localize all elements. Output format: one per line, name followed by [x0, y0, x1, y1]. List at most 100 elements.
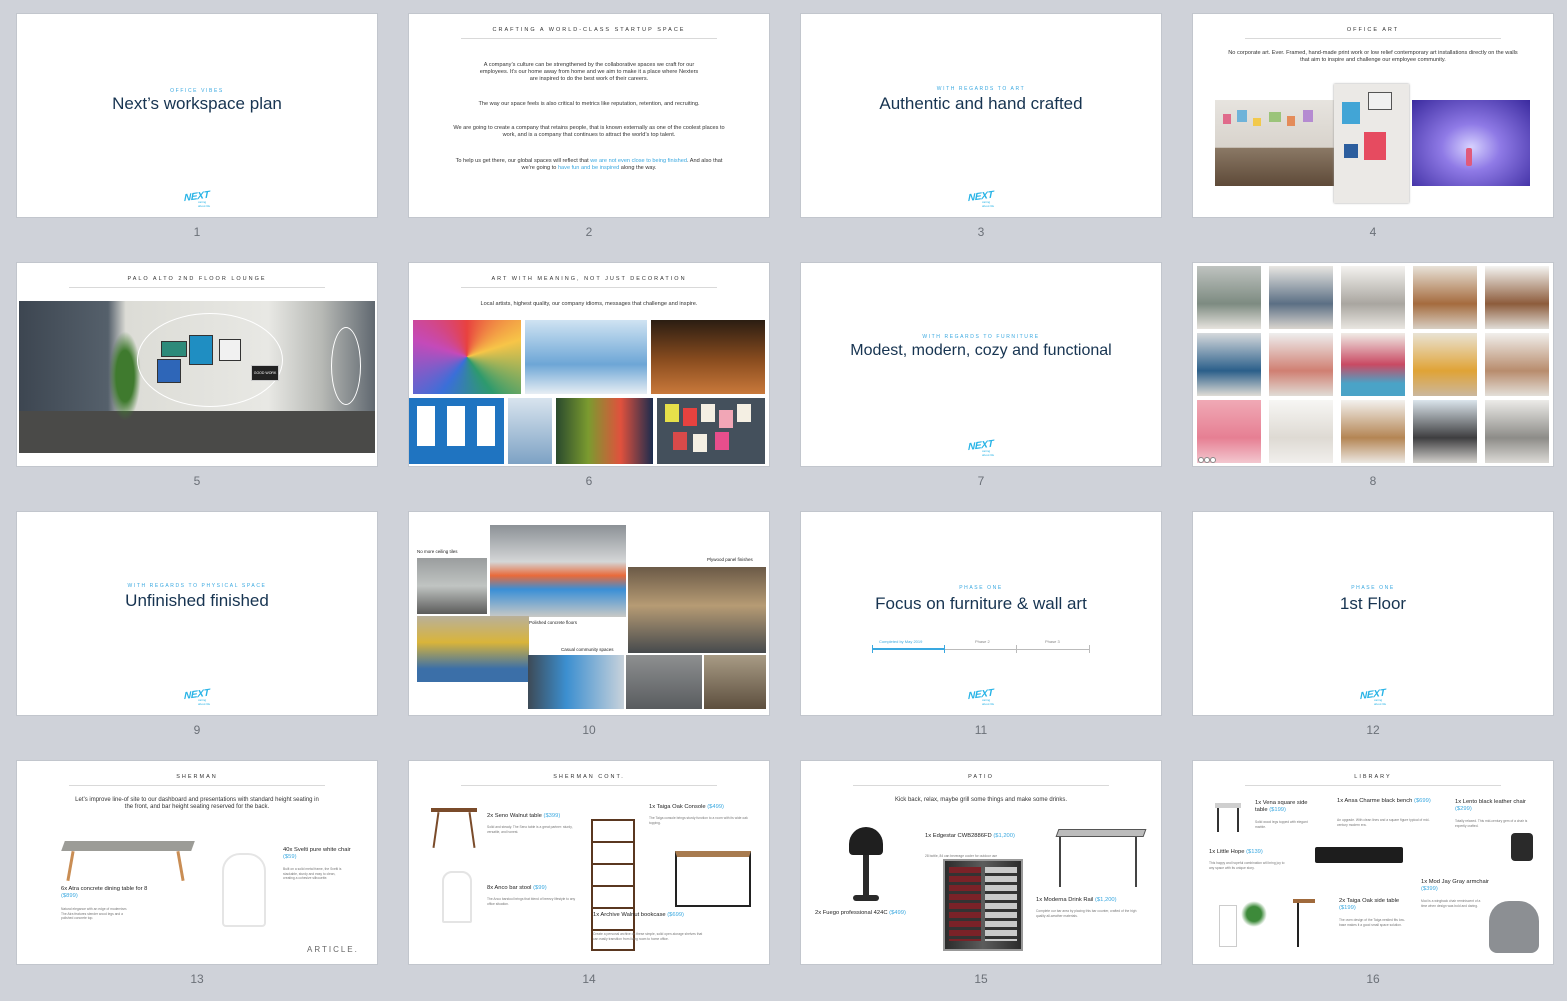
- photo-furniture: [1269, 400, 1333, 463]
- paragraph: We are going to create a company that re…: [453, 125, 725, 139]
- slide-5[interactable]: PALO ALTO 2ND FLOOR LOUNGE GOOD WORK: [17, 263, 377, 466]
- stool-image: [442, 871, 472, 923]
- slide-8[interactable]: [1193, 263, 1553, 466]
- caption: Polished concrete floors: [529, 620, 578, 625]
- chair-image: [222, 853, 266, 927]
- slide-4[interactable]: OFFICE ART No corporate art. Ever. Frame…: [1193, 14, 1553, 217]
- slide-thumb-1[interactable]: OFFICE VIBES Next’s workspace plan NEXT c…: [17, 14, 377, 254]
- next-logo: NEXT caring about life: [184, 189, 211, 208]
- slide-thumb-11[interactable]: PHASE ONE Focus on furniture & wall art …: [801, 512, 1161, 752]
- photo-plywood: [628, 567, 766, 653]
- slide-10[interactable]: No more ceiling tiles Plywood panel fini…: [409, 512, 769, 715]
- photo-seating: [704, 655, 766, 709]
- photo-furniture: [1269, 333, 1333, 396]
- photo-lounge: GOOD WORK: [19, 301, 375, 453]
- slide-thumb-13[interactable]: SHERMAN Let’s improve line-of site to ou…: [17, 761, 377, 1001]
- slide-heading: OFFICE ART: [1346, 27, 1400, 33]
- slide-2[interactable]: CRAFTING A WORLD-CLASS STARTUP SPACE A c…: [409, 14, 769, 217]
- slide-number: 5: [193, 474, 201, 488]
- product-description: Complete our bar area by placing this ba…: [1036, 909, 1137, 918]
- slide-14[interactable]: SHERMAN CONT. 2x Seno Walnut table ($399…: [409, 761, 769, 964]
- slide-thumb-16[interactable]: LIBRARY 1x Vena square side table ($199)…: [1193, 761, 1553, 1001]
- leather-chair-image: [1511, 833, 1533, 861]
- plant-image: [1241, 901, 1267, 927]
- slide-thumb-4[interactable]: OFFICE ART No corporate art. Ever. Frame…: [1193, 14, 1553, 254]
- product-label: 6x Atra concrete dining table for 8 ($89…: [61, 886, 148, 899]
- divider: [1245, 785, 1501, 786]
- product-description: The oven design of the Taiga nestled fit…: [1339, 918, 1405, 927]
- paragraph: Kick back, relax, maybe grill some thing…: [894, 797, 1068, 803]
- paragraph: To help us get there, our global spaces …: [455, 158, 723, 172]
- slide-13[interactable]: SHERMAN Let’s improve line-of site to ou…: [17, 761, 377, 964]
- product-label: 1x Little Hope ($139): [1209, 849, 1263, 855]
- slide-thumb-8[interactable]: 8: [1193, 263, 1553, 503]
- slide-thumb-3[interactable]: WITH REGARDS TO ART Authentic and hand c…: [801, 14, 1161, 254]
- slide-heading: ART WITH MEANING, NOT JUST DECORATION: [491, 276, 687, 282]
- slide-title: Authentic and hand crafted: [879, 94, 1083, 113]
- photo-furniture: [1485, 400, 1549, 463]
- slide-heading: PATIO: [968, 774, 994, 780]
- next-logo: NEXT caring about life: [968, 438, 995, 457]
- divider: [461, 38, 717, 39]
- product-label: 1x Mod Jay Gray armchair ($399): [1421, 879, 1489, 892]
- slide-6[interactable]: ART WITH MEANING, NOT JUST DECORATION Lo…: [409, 263, 769, 466]
- paragraph: A company’s culture can be strengthened …: [479, 62, 699, 83]
- photo-blue-room: [525, 320, 647, 394]
- product-description: Totally relaxed. This mid-century gem of…: [1455, 819, 1528, 828]
- divider: [69, 287, 325, 288]
- slide-thumb-12[interactable]: PHASE ONE 1st Floor NEXT caring about lif…: [1193, 512, 1553, 752]
- slide-3[interactable]: WITH REGARDS TO ART Authentic and hand c…: [801, 14, 1161, 217]
- slide-heading: SHERMAN CONT.: [553, 774, 625, 780]
- slide-9[interactable]: WITH REGARDS TO PHYSICAL SPACE Unfinishe…: [17, 512, 377, 715]
- product-description: Natural elegance with an edge of moderni…: [61, 907, 128, 920]
- timeline-progress: [872, 648, 944, 650]
- slide-thumb-15[interactable]: PATIO Kick back, relax, maybe grill some…: [801, 761, 1161, 1001]
- photo-furniture: [1485, 266, 1549, 329]
- photo-poster-wall: [657, 398, 765, 464]
- product-description: The Anco barstool brings that blend of b…: [487, 897, 576, 906]
- paragraph: Let’s improve line-of site to our dashbo…: [75, 797, 319, 811]
- photo-furniture: [1269, 266, 1333, 329]
- slide-thumb-10[interactable]: No more ceiling tiles Plywood panel fini…: [409, 512, 769, 752]
- divider: [1245, 38, 1501, 39]
- slide-number: 1: [193, 225, 201, 239]
- product-description: Solid wood legs topped with elegant marb…: [1255, 820, 1308, 829]
- product-description: Built on a solid metal frame, the Svelti…: [283, 867, 342, 880]
- slide-number: 3: [977, 225, 985, 239]
- slide-15[interactable]: PATIO Kick back, relax, maybe grill some…: [801, 761, 1161, 964]
- slide-thumb-2[interactable]: CRAFTING A WORLD-CLASS STARTUP SPACE A c…: [409, 14, 769, 254]
- slide-title: 1st Floor: [1339, 594, 1407, 613]
- product-label: 1x Vena square side table ($199): [1255, 800, 1308, 813]
- product-label: 1x Lento black leather chair ($299): [1455, 799, 1526, 812]
- divider: [461, 785, 717, 786]
- next-logo: NEXT caring about life: [968, 189, 995, 208]
- photo-furniture: [1341, 333, 1405, 396]
- slide-thumb-7[interactable]: WITH REGARDS TO FURNITURE Modest, modern…: [801, 263, 1161, 503]
- slide-12[interactable]: PHASE ONE 1st Floor NEXT caring about lif…: [1193, 512, 1553, 715]
- photo-painter: [508, 398, 552, 464]
- slide-11[interactable]: PHASE ONE Focus on furniture & wall art …: [801, 512, 1161, 715]
- slide-thumb-5[interactable]: PALO ALTO 2ND FLOOR LOUNGE GOOD WORK 5: [17, 263, 377, 503]
- photo-atrium: [490, 525, 626, 617]
- photo-posters: [409, 398, 504, 464]
- slide-16[interactable]: LIBRARY 1x Vena square side table ($199)…: [1193, 761, 1553, 964]
- slide-number: 4: [1369, 225, 1377, 239]
- timeline-label: Phase 2: [975, 639, 990, 644]
- slide-kicker: WITH REGARDS TO PHYSICAL SPACE: [127, 583, 267, 589]
- slide-7[interactable]: WITH REGARDS TO FURNITURE Modest, modern…: [801, 263, 1161, 466]
- slide-thumb-9[interactable]: WITH REGARDS TO PHYSICAL SPACE Unfinishe…: [17, 512, 377, 752]
- divider: [461, 287, 717, 288]
- carousel-dot[interactable]: [1210, 457, 1216, 463]
- photo-ceiling: [417, 558, 487, 614]
- slide-thumb-14[interactable]: SHERMAN CONT. 2x Seno Walnut table ($399…: [409, 761, 769, 1001]
- slide-thumb-6[interactable]: ART WITH MEANING, NOT JUST DECORATION Lo…: [409, 263, 769, 503]
- slide-number: 13: [190, 972, 204, 986]
- slide-number: 10: [582, 723, 596, 737]
- photo-furniture: [1197, 333, 1261, 396]
- slide-1[interactable]: OFFICE VIBES Next’s workspace plan NEXT c…: [17, 14, 377, 217]
- paragraph: The way our space feels is also critical…: [478, 101, 700, 107]
- grill-image: [849, 827, 883, 855]
- slide-heading: PALO ALTO 2ND FLOOR LOUNGE: [127, 276, 267, 282]
- slide-number: 11: [974, 723, 988, 737]
- divider: [69, 785, 325, 786]
